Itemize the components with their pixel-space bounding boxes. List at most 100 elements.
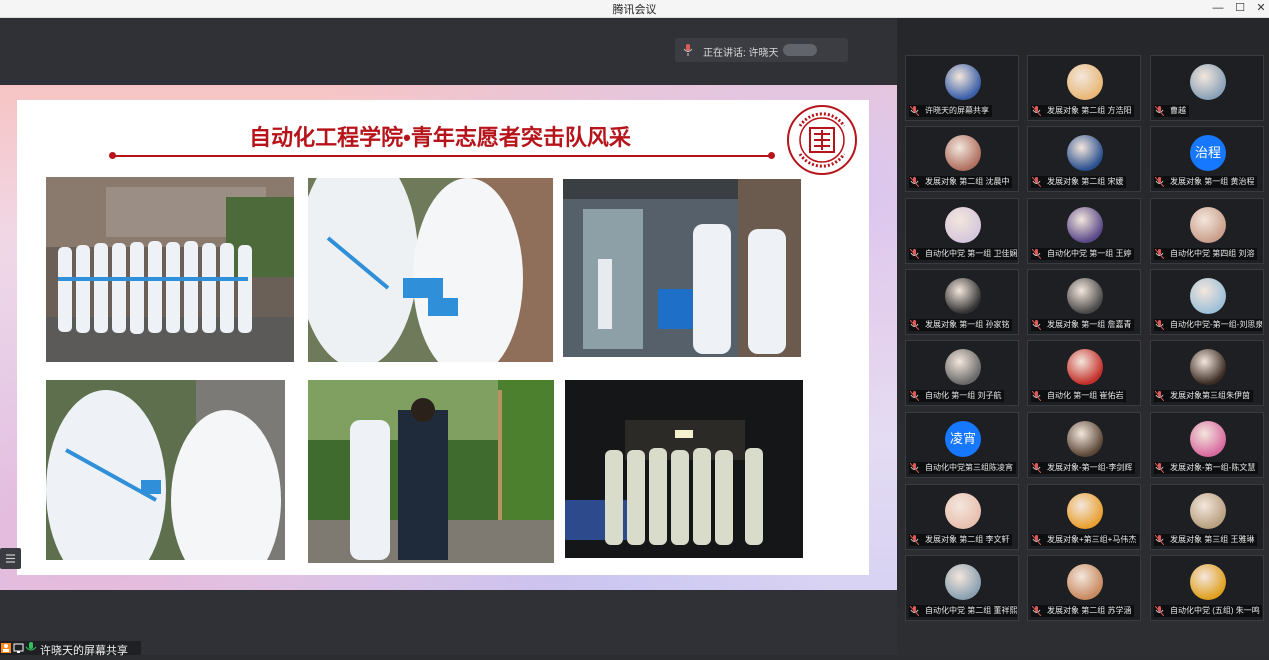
mic-muted-icon: [1032, 391, 1041, 401]
maximize-button[interactable]: ☐: [1229, 0, 1251, 17]
participant-name: 自动化中党 第二组 董祥熙: [909, 605, 1017, 617]
mic-muted-icon: [910, 320, 919, 330]
participant-avatar: [1190, 564, 1226, 600]
participant-tile[interactable]: 自动化中党 (五组) 朱一鸣: [1150, 555, 1264, 621]
participant-name: 发展对象 第二组 李文轩: [909, 534, 1013, 546]
participant-tile[interactable]: 曹越: [1150, 55, 1264, 121]
title-rule-dot-left: [109, 152, 116, 159]
minimize-button[interactable]: —: [1207, 0, 1229, 17]
participant-tile[interactable]: 发展对象 第二组 苏学涵: [1027, 555, 1141, 621]
participant-avatar-initials: 凌宵: [945, 421, 981, 457]
participant-name: 自动化中党 第四组 刘溶: [1154, 248, 1258, 260]
mic-muted-icon: [1032, 320, 1041, 330]
volunteer-photo-two-suited: [46, 380, 285, 560]
participant-avatar: [1190, 64, 1226, 100]
participant-tile[interactable]: 发展对象 第二组 李文轩: [905, 484, 1019, 550]
participant-name: 自动化中党 第一组 王婷: [1031, 248, 1135, 260]
title-rule-dot-right: [768, 152, 775, 159]
participant-tile[interactable]: 发展对象 第二组 方浩阳: [1027, 55, 1141, 121]
participant-avatar: [1067, 278, 1103, 314]
participant-tile[interactable]: 发展对象+第三组+马伟杰: [1027, 484, 1141, 550]
volunteer-photo-doorway: [563, 179, 801, 357]
participant-tile[interactable]: 发展对象 第二组 沈晨中: [905, 126, 1019, 192]
slide-title: 自动化工程学院•青年志愿者突击队风采: [249, 125, 631, 150]
share-label-text: 许晓天的屏幕共享: [40, 645, 128, 657]
participant-avatar: [945, 564, 981, 600]
mic-muted-icon: [910, 391, 919, 401]
participant-name: 发展对象 第二组 沈晨中: [909, 176, 1013, 188]
participant-tile[interactable]: 发展对象 第一组 詹嘉青: [1027, 269, 1141, 335]
mic-muted-icon: [1155, 391, 1164, 401]
participant-avatar: [945, 207, 981, 243]
mic-muted-icon: [1032, 106, 1041, 116]
active-speaker-indicator: 正在讲话: 许晓天: [675, 38, 848, 62]
mic-muted-icon: [1032, 249, 1041, 259]
participant-name: 发展对象 第一组 黄治程: [1154, 176, 1258, 188]
participant-tile[interactable]: 自动化中党 第二组 董祥熙: [905, 555, 1019, 621]
participant-avatar: [945, 349, 981, 385]
participant-avatar: [1190, 349, 1226, 385]
mic-muted-icon: [910, 249, 919, 259]
participant-tile[interactable]: 自动化 第一组 崔佑岩: [1027, 340, 1141, 406]
participant-avatar: [1067, 421, 1103, 457]
participant-name: 发展对象 第一组 孙家铭: [909, 319, 1013, 331]
participant-avatar: [1190, 207, 1226, 243]
mic-muted-icon: [1155, 320, 1164, 330]
participant-avatar: [1190, 493, 1226, 529]
participant-name: 发展对象第三组朱伊茵: [1154, 390, 1253, 402]
participant-avatar: [1067, 64, 1103, 100]
participant-avatar: [1067, 135, 1103, 171]
mic-muted-icon: [1032, 463, 1041, 473]
participant-tile[interactable]: 自动化中党 第一组 卫佳娴: [905, 198, 1019, 264]
participant-name: 发展对象 第二组 宋媛: [1031, 176, 1127, 188]
college-seal-logo: [787, 105, 857, 175]
participant-tile[interactable]: 自动化中党 第一组 王婷: [1027, 198, 1141, 264]
mic-muted-icon: [910, 177, 919, 187]
participant-tile[interactable]: 发展对象 第二组 宋媛: [1027, 126, 1141, 192]
participant-name: 自动化中党 (五组) 朱一鸣: [1154, 605, 1262, 617]
participant-name: 自动化中党 第一组 卫佳娴: [909, 248, 1017, 260]
participant-avatar: [1067, 493, 1103, 529]
participant-avatar: [945, 135, 981, 171]
participant-name: 发展对象 第二组 方浩阳: [1031, 105, 1135, 117]
participant-tile[interactable]: 发展对象 第一组 孙家铭: [905, 269, 1019, 335]
participant-name: 发展对象-第一组-陈文慧: [1154, 462, 1259, 474]
participant-name: 自动化 第一组 刘子航: [909, 390, 1005, 402]
share-status-icons: [1, 642, 37, 653]
participant-avatar: [1190, 278, 1226, 314]
participant-avatar-initials: 治程: [1190, 135, 1226, 171]
participant-tile[interactable]: 治程发展对象 第一组 黄治程: [1150, 126, 1264, 192]
participant-tile[interactable]: 凌宵 自动化中党第三组陈凌宵: [905, 412, 1019, 478]
screen-share-indicator: 许晓天的屏幕共享: [0, 641, 141, 657]
mic-muted-icon: [1032, 177, 1041, 187]
mic-muted-icon: [1155, 106, 1164, 116]
mic-muted-icon: [910, 535, 919, 545]
mic-muted-icon: [910, 463, 919, 473]
participant-tile[interactable]: 自动化 第一组 刘子航: [905, 340, 1019, 406]
participant-name: 发展对象-第一组-李剑辉: [1031, 462, 1136, 474]
participant-name: 发展对象 第一组 詹嘉青: [1031, 319, 1135, 331]
participant-avatar: [1067, 564, 1103, 600]
participant-tile[interactable]: 发展对象 第三组 王雅琳: [1150, 484, 1264, 550]
close-button[interactable]: ✕: [1250, 0, 1269, 17]
speaker-avatar-blur: [783, 44, 817, 56]
participant-tile[interactable]: 自动化中党-第一组-刘思泉: [1150, 269, 1264, 335]
mic-muted-icon: [1032, 606, 1041, 616]
participant-avatar: [1067, 207, 1103, 243]
participant-tile[interactable]: 发展对象-第一组-李剑辉: [1027, 412, 1141, 478]
mic-icon: [683, 44, 693, 56]
title-underline: [112, 155, 772, 157]
participant-name: 发展对象+第三组+马伟杰: [1031, 534, 1139, 546]
participant-avatar: [945, 278, 981, 314]
mic-muted-icon: [910, 606, 919, 616]
app-title: 腾讯会议: [612, 4, 657, 16]
participant-tile[interactable]: 发展对象-第一组-陈文慧: [1150, 412, 1264, 478]
mic-muted-icon: [1155, 177, 1164, 187]
participant-tile[interactable]: 发展对象第三组朱伊茵: [1150, 340, 1264, 406]
collapse-list-button[interactable]: [0, 548, 21, 569]
mic-muted-icon: [1155, 463, 1164, 473]
participant-tile[interactable]: 许晓天的屏幕共享: [905, 55, 1019, 121]
participant-name: 自动化中党-第一组-刘思泉: [1154, 319, 1262, 331]
participant-tile[interactable]: 自动化中党 第四组 刘溶: [1150, 198, 1264, 264]
participant-name: 发展对象 第二组 苏学涵: [1031, 605, 1135, 617]
